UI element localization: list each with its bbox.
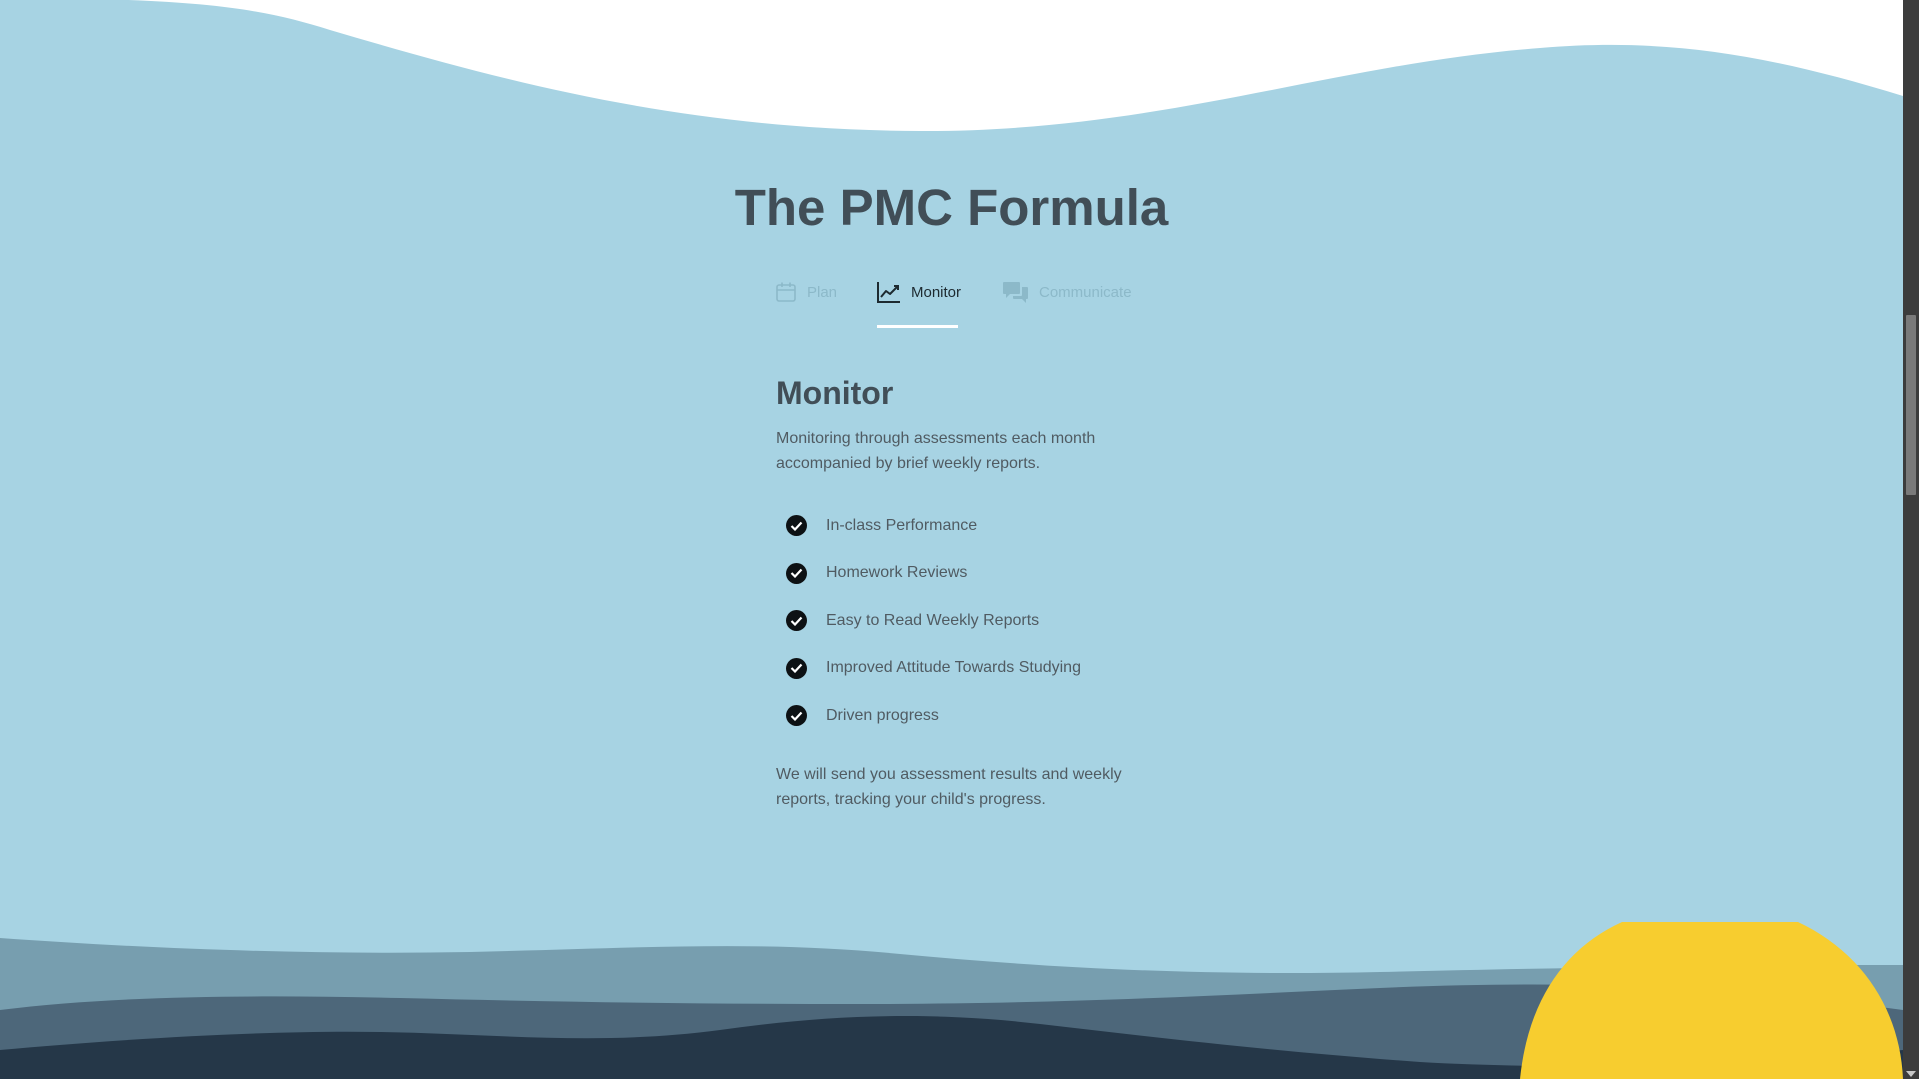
checkmark-icon [786,515,807,537]
sun-shape [1520,922,1903,1079]
list-item-label: Easy to Read Weekly Reports [826,611,1040,629]
list-item: Improved Attitude Towards Studying [786,645,1136,693]
list-item-label: Improved Attitude Towards Studying [826,659,1081,677]
formula-tabs: Plan Monitor Communicate [775,275,1135,329]
list-item: In-class Performance [786,502,1136,550]
tab-monitor[interactable]: Monitor [877,275,961,309]
panel-intro: Monitoring through assessments each mont… [776,430,1096,472]
panel-heading: Monitor [776,375,894,411]
scrollbar[interactable] [1903,0,1919,1079]
top-white-wave [0,0,1903,132]
scroll-down-arrow-icon[interactable] [1906,1071,1916,1077]
list-item-label: In-class Performance [826,516,978,534]
tab-communicate-label: Communicate [1039,283,1132,301]
benefits-list: In-class Performance Homework Reviews Ea… [786,502,1136,740]
chat-bubbles-icon [1003,280,1029,304]
checkmark-icon [786,705,807,727]
panel-closing: We will send you assessment results and … [776,765,1122,808]
checkmark-icon [786,610,807,632]
list-item: Driven progress [786,692,1136,740]
scrollbar-thumb[interactable] [1906,315,1916,495]
section-title: The PMC Formula [734,179,1169,236]
list-item-label: Driven progress [826,706,939,724]
list-item-label: Homework Reviews [826,564,968,582]
checkmark-icon [786,657,807,679]
active-tab-indicator [877,325,958,328]
tab-panel-monitor: Monitor Monitoring through assessments e… [776,375,1136,812]
tab-communicate[interactable]: Communicate [1003,275,1132,309]
checkmark-icon [786,562,807,584]
list-item: Homework Reviews [786,550,1136,598]
tab-monitor-label: Monitor [911,283,962,301]
tab-plan[interactable]: Plan [775,275,837,309]
calendar-icon [775,281,797,303]
list-item: Easy to Read Weekly Reports [786,597,1136,645]
tab-plan-label: Plan [807,283,838,301]
line-chart-icon [877,281,901,303]
